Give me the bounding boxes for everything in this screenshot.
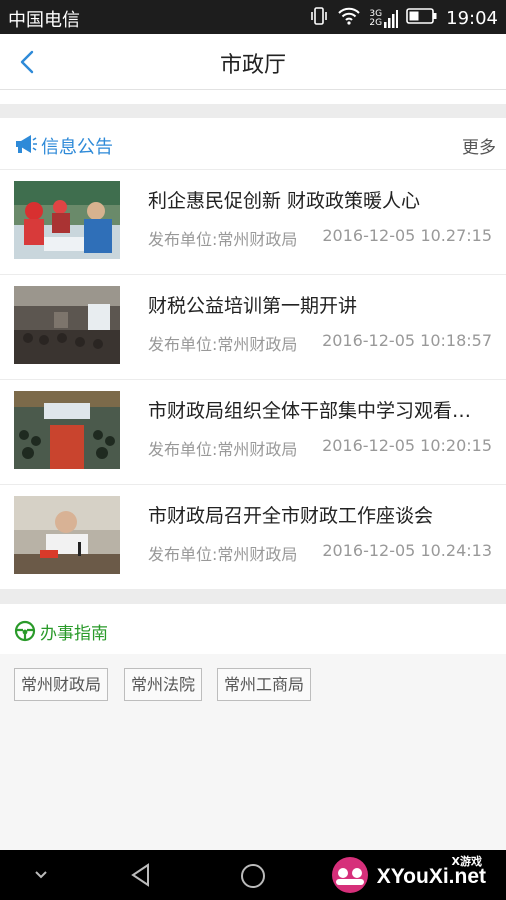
carrier-name: 中国电信	[8, 10, 80, 31]
news-time: 2016-12-05 10:20:15	[322, 436, 492, 455]
news-thumbnail	[14, 181, 120, 259]
news-thumbnail	[14, 496, 120, 574]
news-publisher: 发布单位:常州财政局	[148, 230, 298, 249]
tag-czcourt[interactable]: 常州法院	[124, 668, 203, 701]
section-divider	[0, 104, 506, 118]
news-item[interactable]: 市财政局召开全市财政工作座谈会 发布单位:常州财政局 2016-12-05 10…	[0, 485, 506, 590]
news-item[interactable]: 利企惠民促创新 财政政策暖人心 发布单位:常州财政局 2016-12-05 10…	[0, 170, 506, 275]
tag-czcaizheng[interactable]: 常州财政局	[14, 668, 109, 701]
hide-keyboard-button[interactable]	[30, 866, 52, 886]
guide-title: 办事指南	[40, 624, 108, 644]
app-header: 市政厅	[0, 34, 506, 90]
navigation-bar: X游戏 XYouXi.net	[0, 850, 506, 900]
notice-header: 信息公告 更多	[0, 118, 506, 170]
news-time: 2016-12-05 10.24:13	[322, 541, 492, 560]
news-item[interactable]: 财税公益培训第一期开讲 发布单位:常州财政局 2016-12-05 10:18:…	[0, 275, 506, 380]
news-headline: 市财政局召开全市财政工作座谈会	[148, 505, 434, 527]
battery-icon	[406, 7, 438, 30]
guide-tags: 常州财政局 常州法院 常州工商局	[0, 654, 506, 850]
top-strip	[0, 90, 506, 104]
signal-icon: 3G 2G	[369, 9, 399, 28]
chevron-down-icon	[35, 871, 47, 879]
notice-title: 信息公告	[41, 137, 113, 158]
status-bar: 中国电信 3G 2G 19:04	[0, 0, 506, 34]
news-headline: 财税公益培训第一期开讲	[148, 295, 358, 317]
more-link[interactable]: 更多	[462, 133, 496, 158]
news-item[interactable]: 市财政局组织全体干部集中学习观看… 发布单位:常州财政局 2016-12-05 …	[0, 380, 506, 485]
watermark-brand: XYouXi.net	[376, 865, 486, 888]
wifi-icon	[337, 6, 361, 31]
news-headline: 利企惠民促创新 财政政策暖人心	[148, 190, 421, 212]
news-headline: 市财政局组织全体干部集中学习观看…	[148, 400, 472, 422]
news-time: 2016-12-05 10.27:15	[322, 226, 492, 245]
back-triangle-icon	[131, 863, 149, 887]
gamepad-logo-icon	[332, 857, 368, 893]
news-time: 2016-12-05 10:18:57	[322, 331, 492, 350]
news-publisher: 发布单位:常州财政局	[148, 335, 298, 354]
back-nav-button[interactable]	[128, 862, 154, 892]
news-publisher: 发布单位:常州财政局	[148, 545, 298, 564]
notice-section: 信息公告 更多 利企惠民促创新 财政政策暖人心 发布单位:常州财政局 2016-…	[0, 118, 506, 590]
clock: 19:04	[446, 8, 498, 29]
network-type-secondary: 2G	[369, 17, 383, 28]
news-thumbnail	[14, 391, 120, 469]
megaphone-icon	[14, 134, 38, 158]
tag-czgongshang[interactable]: 常州工商局	[217, 668, 312, 701]
guide-header: 办事指南	[0, 604, 506, 654]
page-title: 市政厅	[219, 53, 286, 78]
home-circle-icon	[241, 864, 265, 888]
vibrate-icon	[309, 6, 329, 31]
section-divider	[0, 590, 506, 604]
news-thumbnail	[14, 286, 120, 364]
steering-wheel-icon	[14, 620, 36, 646]
home-nav-button[interactable]	[239, 862, 267, 894]
news-publisher: 发布单位:常州财政局	[148, 440, 298, 459]
watermark: X游戏 XYouXi.net	[328, 853, 496, 897]
